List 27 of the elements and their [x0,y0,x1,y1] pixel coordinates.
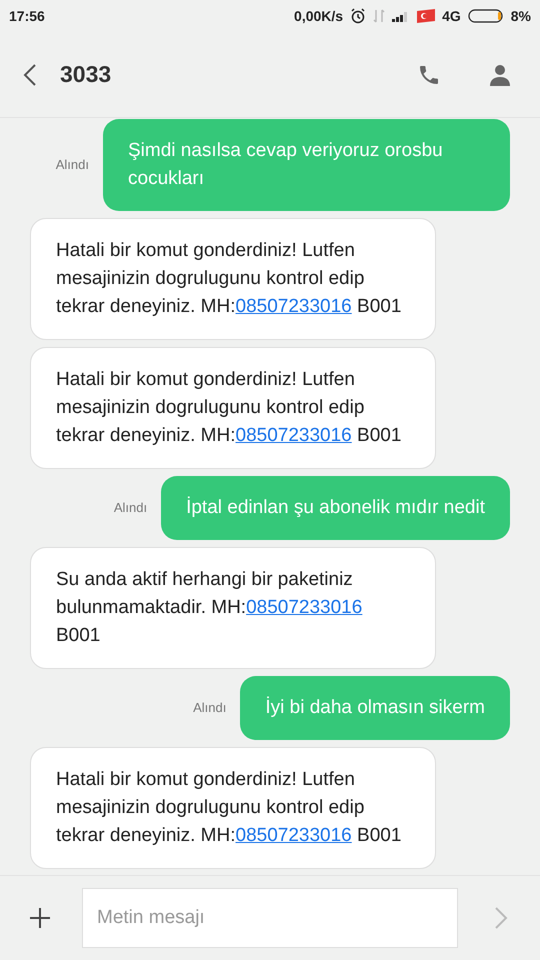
phone-link[interactable]: 08507233016 [236,825,352,846]
battery-icon [468,9,504,23]
received-message: Hatali bir komut gonderdiniz! Lutfen mesajinizin dogrulugunu kontrol edip tekrar deneyiniz. MH:08507233016 B001 [30,218,436,340]
network-speed: 0,00K/s [294,6,344,26]
message-input-field[interactable]: Metin mesajı [82,888,458,948]
contact-icon[interactable] [489,64,511,86]
alarm-icon [350,8,366,24]
delivery-status: Alındı [193,699,226,718]
add-icon[interactable] [28,906,52,930]
phone-link[interactable]: 08507233016 [236,425,352,446]
delivery-status: Alındı [56,156,89,174]
back-icon[interactable] [22,62,38,86]
conversation-title: 3033 [60,60,112,90]
status-time: 17:56 [9,6,45,26]
delivery-status: Alındı [114,499,148,518]
sent-message: İyi bi daha olmasın sikerm [240,676,510,740]
received-message: Su anda aktif herhangi bir paketiniz bulunmamaktadir. MH:08507233016 B001 [30,547,436,669]
received-message: Hatali bir komut gonderdiniz! Lutfen mesajinizin dogrulugunu kontrol edip tekrar deneyiniz. MH:08507233016 B001 [30,347,436,469]
phone-link[interactable]: 08507233016 [246,597,362,618]
data-transfer-icon [373,9,386,23]
battery-percent: 8% [510,6,531,26]
network-type: 4G [442,6,461,26]
received-message: Hatali bir komut gonderdiniz! Lutfen mesajinizin dogrulugunu kontrol edip tekrar deneyiniz. MH:08507233016 B001 [30,747,436,869]
phone-link[interactable]: 08507233016 [236,296,352,317]
flag-icon [417,9,436,23]
sent-message: İptal edinlan şu abonelik mıdır nedit [161,476,510,540]
sent-message: Şimdi nasılsa cevap veriyoruz orosbu cocukları [103,119,510,211]
